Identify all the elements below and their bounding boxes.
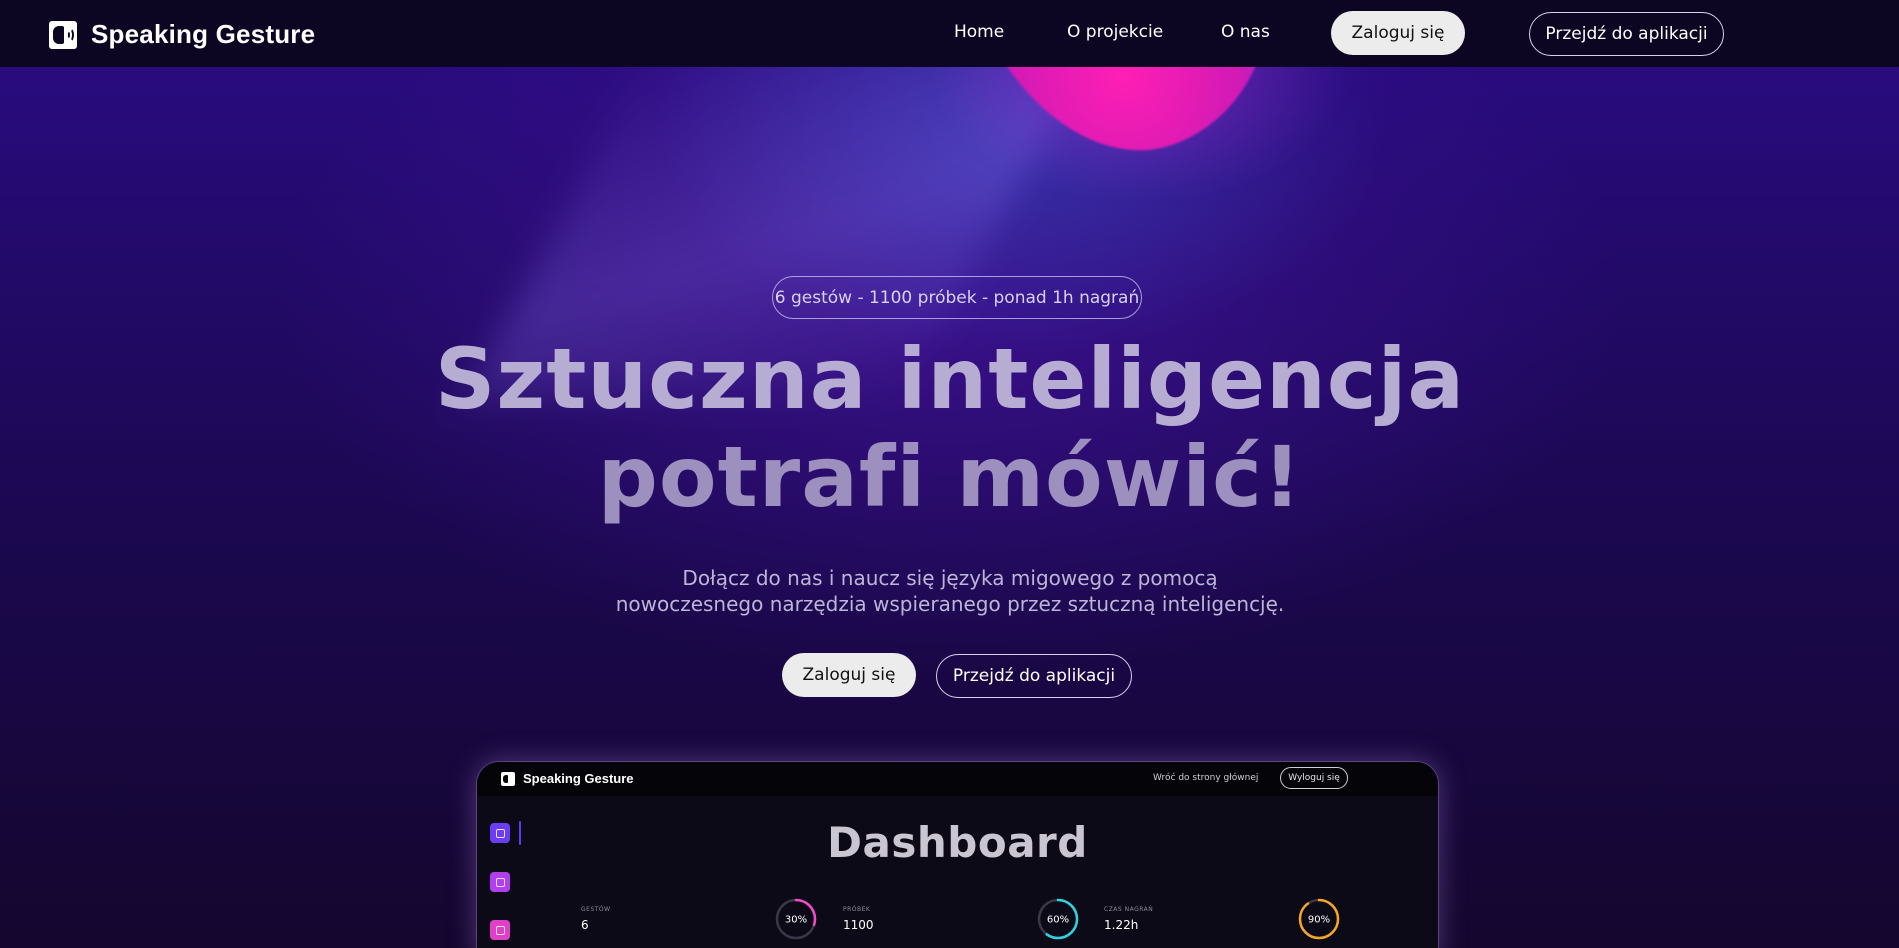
hero-login-button[interactable]: Zaloguj się [782,653,916,697]
nav-link-about-project[interactable]: O projekcie [1067,22,1163,42]
stat-label-samples: PRÓBEK [843,906,871,913]
nav-open-app-button[interactable]: Przejdź do aplikacji [1529,12,1724,56]
hero-open-app-button[interactable]: Przejdź do aplikacji [936,654,1132,698]
nav-login-button[interactable]: Zaloguj się [1331,11,1465,55]
stat-value-samples: 1100 [843,918,874,932]
preview-sidebar-gesture-icon [490,872,510,892]
stats-badge: 6 gestów - 1100 próbek - ponad 1h nagrań [772,276,1142,319]
brand-name: Speaking Gesture [91,19,316,49]
stat-percent-recording-time: 90% [1308,915,1330,926]
preview-sidebar-recording-icon [490,920,510,940]
hero-subtitle: Dołącz do nas i naucz się języka migoweg… [500,565,1400,617]
speaking-head-icon [49,20,77,49]
preview-logout-button: Wyloguj się [1280,767,1348,789]
preview-back-link: Wróć do strony głównej [1153,773,1259,783]
preview-brand-name: Speaking Gesture [523,771,634,786]
preview-topbar: Speaking Gesture Wróć do strony głównej … [477,762,1438,796]
stat-ring-samples: 60% [1037,898,1079,940]
brand-logo-link[interactable]: Speaking Gesture [49,19,315,50]
preview-dashboard-title: Dashboard [827,818,1088,867]
top-navbar: Speaking Gesture Home O projekcie O nas … [0,0,1899,67]
stat-ring-recording-time: 90% [1298,898,1340,940]
stat-percent-samples: 60% [1047,915,1069,926]
headline-line-1: Sztuczna inteligencja [434,330,1466,428]
stat-value-gestures: 6 [581,918,589,932]
stat-label-recording-time: CZAS NAGRAŃ [1104,906,1154,913]
speaking-head-icon [501,771,515,786]
nav-link-home[interactable]: Home [954,22,1004,42]
stat-label-gestures: GESTÓW [581,906,611,913]
nav-link-about-us[interactable]: O nas [1221,22,1270,42]
subtitle-line-1: Dołącz do nas i naucz się języka migoweg… [682,566,1218,590]
subtitle-line-2: nowoczesnego narzędzia wspieranego przez… [615,592,1285,616]
stat-percent-gestures: 30% [785,915,807,926]
hero-headline: Sztuczna inteligencja potrafi mówić! [350,330,1550,526]
preview-brand: Speaking Gesture [501,771,634,786]
stat-value-recording-time: 1.22h [1104,918,1139,932]
stat-ring-gestures: 30% [775,898,817,940]
headline-line-2: potrafi mówić! [597,428,1303,526]
dashboard-preview: Speaking Gesture Wróć do strony głównej … [477,762,1438,948]
